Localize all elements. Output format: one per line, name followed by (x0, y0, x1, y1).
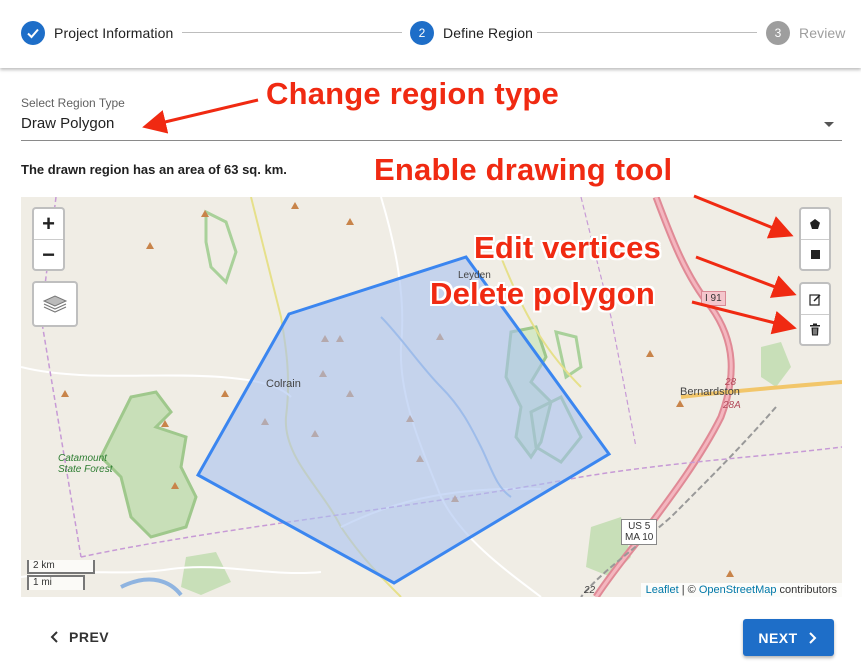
step-define-region[interactable]: 2 Define Region (410, 20, 533, 46)
check-icon (21, 21, 45, 45)
square-icon (810, 250, 820, 259)
route-shield-us5-line2: MA 10 (625, 532, 654, 543)
route-label-28a: 28A (723, 400, 741, 411)
scale-bar-km: 2 km (27, 560, 95, 574)
area-summary-text: The drawn region has an area of 63 sq. k… (21, 162, 287, 177)
annotation-edit-vertices: Edit vertices (474, 230, 661, 265)
edit-vertices-button[interactable] (801, 284, 829, 314)
trash-icon (810, 323, 820, 336)
map-label-colrain: Colrain (266, 378, 301, 390)
zoom-in-button[interactable]: + (34, 209, 63, 239)
annotation-enable-drawing: Enable drawing tool (374, 152, 673, 187)
draw-toolbar (799, 207, 831, 271)
osm-link[interactable]: OpenStreetMap (699, 584, 777, 596)
pentagon-icon (810, 219, 820, 229)
edit-icon (808, 293, 821, 306)
next-button[interactable]: NEXT (743, 619, 834, 656)
route-label-22: 22 (584, 585, 596, 596)
leaflet-link[interactable]: Leaflet (646, 584, 679, 596)
select-region-type-value[interactable]: Draw Polygon (21, 115, 114, 132)
step-connector (182, 32, 402, 33)
route-shield-us5: US 5 MA 10 (621, 519, 658, 545)
step-number: 3 (766, 21, 790, 45)
scale-bar-mi: 1 mi (27, 575, 85, 590)
zoom-out-button[interactable]: − (34, 239, 63, 269)
select-region-type-label: Select Region Type (21, 96, 125, 110)
zoom-control: + − (32, 207, 65, 271)
map[interactable]: Colrain Leyden Bernardston Catamount Sta… (21, 197, 842, 597)
prev-button[interactable]: PREV (48, 624, 109, 650)
map-label-catamount: Catamount (58, 453, 107, 464)
route-shield-us5-line1: US 5 (628, 521, 651, 532)
step-project-information[interactable]: Project Information (21, 20, 173, 46)
layers-icon (42, 295, 68, 313)
stepper: Project Information 2 Define Region 3 Re… (0, 0, 861, 68)
edit-toolbar (799, 282, 831, 346)
next-label: NEXT (758, 629, 798, 646)
chevron-left-icon (50, 631, 58, 643)
step-label: Define Region (443, 25, 534, 41)
map-attribution: Leaflet | © OpenStreetMap contributors (640, 583, 842, 597)
step-number: 2 (410, 21, 434, 45)
chevron-right-icon (808, 631, 817, 644)
delete-polygon-button[interactable] (801, 314, 829, 344)
select-underline (21, 140, 842, 141)
step-label: Review (799, 25, 846, 41)
annotation-delete-polygon: Delete polygon (430, 276, 655, 311)
route-label-28: 28 (725, 377, 737, 388)
attribution-suffix: contributors (776, 584, 837, 596)
attribution-separator: | © (678, 584, 699, 596)
layers-button[interactable] (32, 281, 78, 327)
step-label: Project Information (54, 25, 174, 41)
draw-rectangle-button[interactable] (801, 239, 829, 269)
draw-polygon-button[interactable] (801, 209, 829, 239)
step-review[interactable]: 3 Review (766, 20, 846, 46)
prev-label: PREV (69, 629, 110, 645)
step-connector (537, 32, 757, 33)
map-label-state-forest: State Forest (58, 464, 113, 475)
route-shield-i91: I 91 (701, 291, 726, 306)
annotation-change-region: Change region type (266, 76, 559, 111)
dropdown-arrow-icon[interactable] (824, 122, 834, 127)
